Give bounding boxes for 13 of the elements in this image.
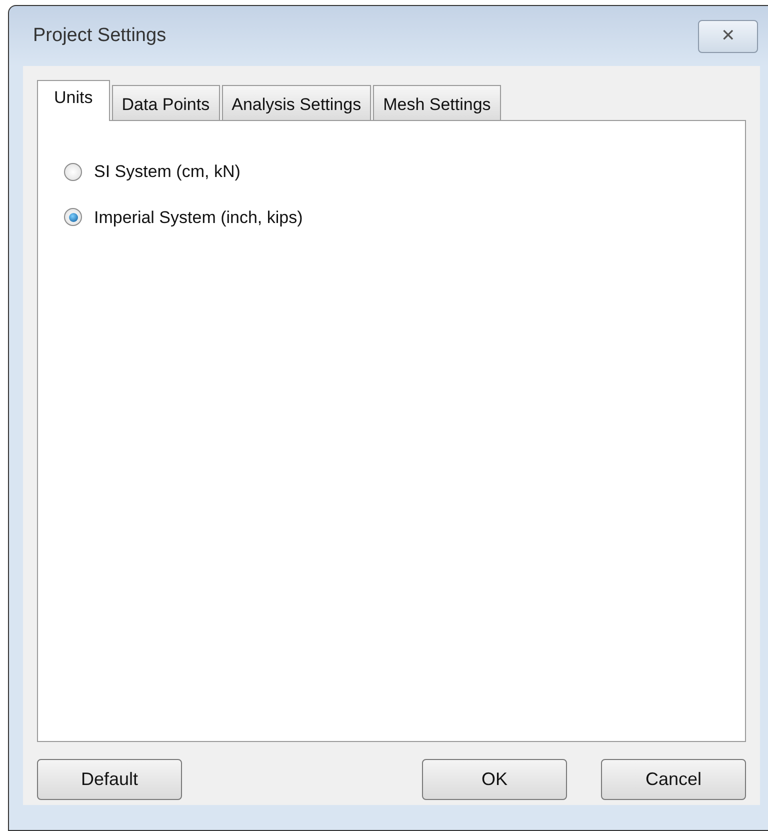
window-title: Project Settings [33, 24, 166, 48]
close-button[interactable]: ✕ [698, 20, 758, 52]
tab[interactable]: Mesh Settings [373, 85, 501, 120]
radio-button[interactable] [64, 208, 82, 226]
tab[interactable]: Data Points [112, 85, 220, 120]
tab[interactable]: Analysis Settings [222, 85, 372, 120]
radio-label[interactable]: Imperial System (inch, kips) [94, 204, 303, 230]
dialog-button[interactable]: Default [37, 759, 182, 800]
radio-button[interactable] [64, 162, 82, 181]
radio-label[interactable]: SI System (cm, kN) [94, 159, 240, 184]
dialog-button[interactable]: OK [422, 759, 567, 800]
tab[interactable]: Units [37, 80, 110, 121]
dialog-button[interactable]: Cancel [601, 759, 746, 800]
